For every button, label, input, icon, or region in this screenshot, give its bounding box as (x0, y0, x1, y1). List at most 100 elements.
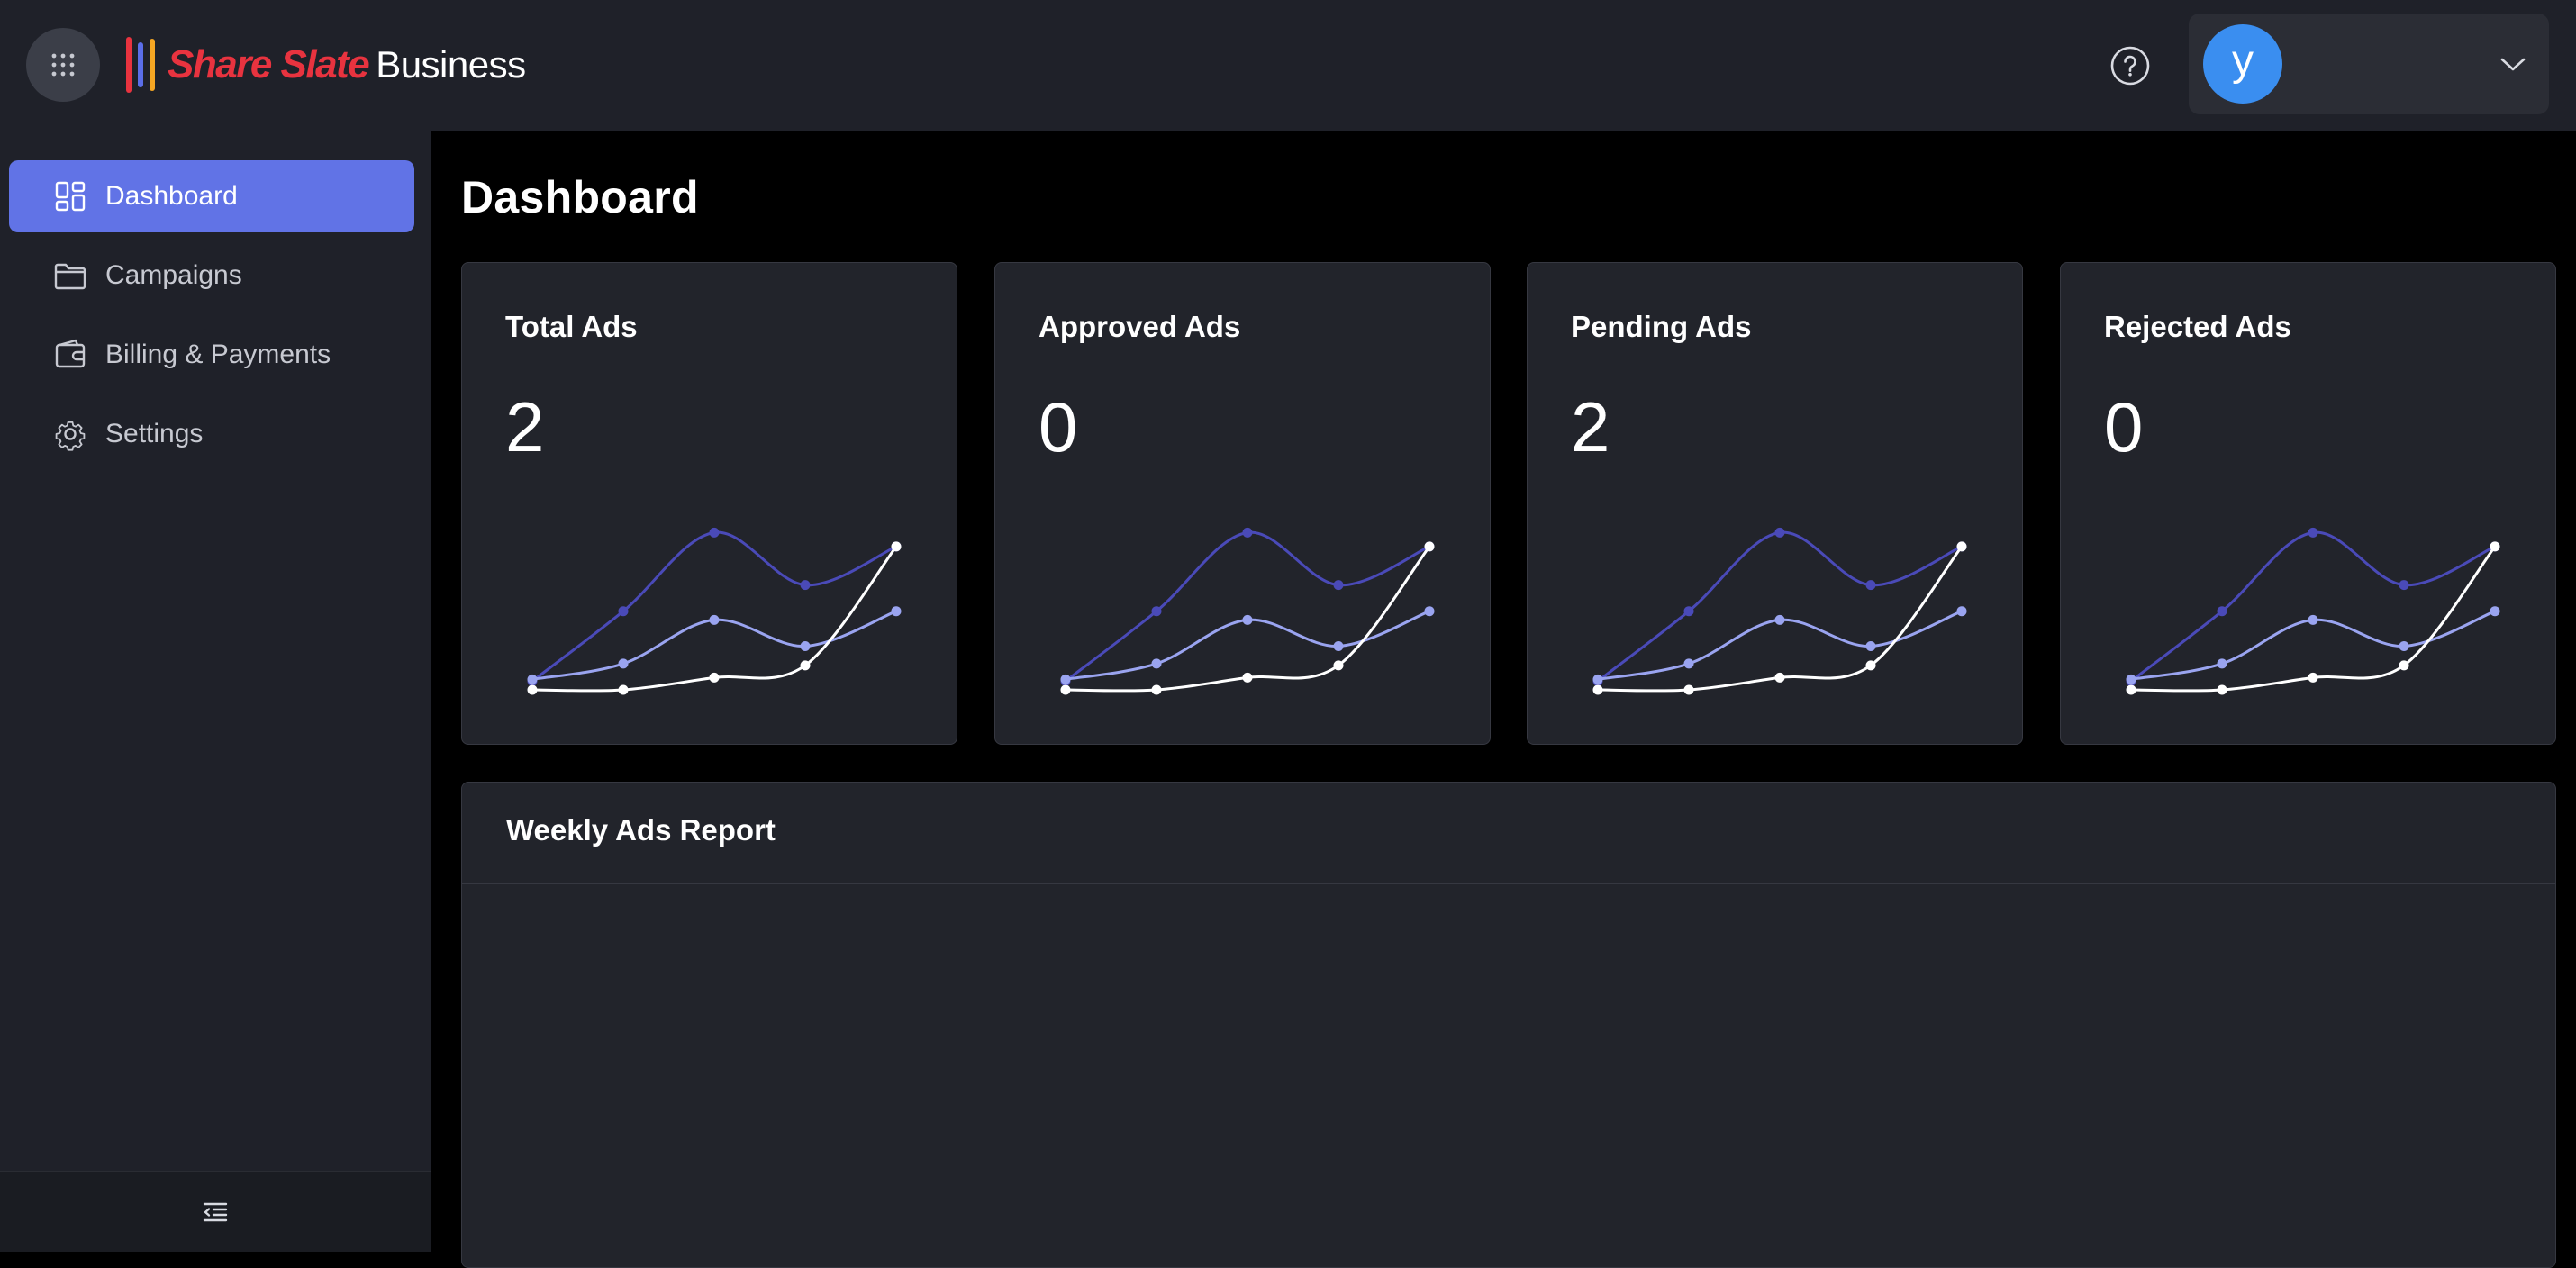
series-1-point-2 (2217, 606, 2227, 617)
series-3-point-1 (527, 684, 538, 695)
report-title: Weekly Ads Report (506, 813, 776, 847)
series-3-point-2 (618, 684, 629, 695)
gear-icon (55, 421, 86, 451)
series-2-point-3 (1774, 614, 1785, 625)
series-1-point-4 (1333, 580, 1344, 591)
series-2-point-4 (2399, 641, 2409, 651)
series-2-point-1 (2126, 674, 2136, 684)
series-line-1 (531, 530, 897, 683)
stat-title: Rejected Ads (2104, 310, 2291, 343)
series-2-point-5 (1424, 606, 1435, 617)
stat-title: Approved Ads (1039, 310, 1241, 343)
series-2-point-1 (1060, 674, 1071, 684)
stat-card-rejected-ads: Rejected Ads 0 (2060, 262, 2556, 745)
stat-card-approved-ads: Approved Ads 0 (994, 262, 1491, 745)
help-button[interactable] (2109, 45, 2151, 86)
sidebar-collapse-button[interactable] (0, 1171, 431, 1252)
series-3-point-3 (1774, 672, 1785, 683)
series-2-point-2 (1683, 658, 1694, 669)
series-2-point-1 (1592, 674, 1603, 684)
sparkline-chart (527, 527, 902, 695)
series-3-point-1 (1060, 684, 1071, 695)
series-3-point-5 (1424, 541, 1435, 552)
series-2-point-3 (2308, 614, 2318, 625)
folder-icon (54, 263, 86, 290)
brand-logo[interactable]: Share Slate Business (126, 34, 526, 95)
stat-title: Pending Ads (1571, 310, 1752, 343)
series-1-point-2 (618, 606, 629, 617)
series-1-point-3 (2308, 527, 2318, 538)
brand-name: Share Slate (168, 42, 370, 86)
stat-value: 0 (1039, 387, 1078, 466)
top-bar: Share Slate Business y (0, 0, 2576, 131)
sidebar-item-billing[interactable]: Billing & Payments (9, 319, 414, 391)
sidebar-item-label: Billing & Payments (105, 340, 331, 369)
stat-value: 0 (2104, 387, 2144, 466)
series-3-point-1 (1592, 684, 1603, 695)
series-2-point-2 (1151, 658, 1162, 669)
series-3-point-5 (1956, 541, 1967, 552)
series-2-point-2 (2217, 658, 2227, 669)
series-3-point-3 (2308, 672, 2318, 683)
series-1-point-3 (1242, 527, 1253, 538)
divider (462, 883, 2555, 884)
question-circle-icon (2110, 46, 2150, 86)
series-3-point-1 (2126, 684, 2136, 695)
stat-title: Total Ads (505, 310, 638, 343)
series-2-point-3 (1242, 614, 1253, 625)
sparkline-chart (2126, 527, 2500, 695)
series-2-point-4 (800, 641, 811, 651)
apps-button[interactable] (26, 28, 100, 102)
series-1-point-3 (709, 527, 720, 538)
sparkline-chart (1060, 527, 1435, 695)
sidebar: Dashboard Campaigns Billing & Payments S… (0, 131, 431, 1252)
series-1-point-4 (1865, 580, 1876, 591)
collapse-menu-icon (203, 1202, 228, 1221)
chevron-down-icon (2500, 58, 2526, 71)
sidebar-item-label: Campaigns (105, 260, 242, 290)
series-line-1 (2130, 530, 2496, 683)
stat-value: 2 (1571, 387, 1610, 466)
series-1-point-4 (2399, 580, 2409, 591)
series-2-point-3 (709, 614, 720, 625)
series-2-point-4 (1333, 641, 1344, 651)
page-title: Dashboard (461, 172, 699, 222)
stat-card-pending-ads: Pending Ads 2 (1527, 262, 2023, 745)
series-3-point-4 (2399, 660, 2409, 671)
sidebar-item-settings[interactable]: Settings (9, 398, 414, 470)
series-1-point-2 (1151, 606, 1162, 617)
series-2-point-1 (527, 674, 538, 684)
logo-bars-icon (126, 37, 155, 93)
weekly-report-card: Weekly Ads Report (461, 782, 2556, 1268)
series-line-1 (1065, 530, 1430, 683)
series-2-point-5 (891, 606, 902, 617)
series-1-point-4 (800, 580, 811, 591)
dashboard-icon (55, 181, 86, 212)
series-2-point-5 (1956, 606, 1967, 617)
series-3-point-4 (800, 660, 811, 671)
series-2-point-4 (1865, 641, 1876, 651)
sidebar-item-label: Settings (105, 419, 204, 448)
series-3-point-4 (1865, 660, 1876, 671)
series-line-1 (1597, 530, 1963, 683)
stat-card-total-ads: Total Ads 2 (461, 262, 957, 745)
series-3-point-2 (2217, 684, 2227, 695)
sidebar-item-campaigns[interactable]: Campaigns (9, 240, 414, 312)
series-3-point-3 (709, 672, 720, 683)
sidebar-item-label: Dashboard (105, 181, 238, 211)
series-3-point-2 (1683, 684, 1694, 695)
brand-suffix: Business (376, 43, 526, 86)
series-3-point-5 (891, 541, 902, 552)
grid-dots-icon (51, 53, 75, 77)
series-3-point-2 (1151, 684, 1162, 695)
series-3-point-4 (1333, 660, 1344, 671)
user-menu[interactable]: y (2189, 14, 2549, 114)
series-3-point-3 (1242, 672, 1253, 683)
series-1-point-3 (1774, 527, 1785, 538)
sparkline-chart (1592, 527, 1967, 695)
series-3-point-5 (2490, 541, 2500, 552)
sidebar-item-dashboard[interactable]: Dashboard (9, 160, 414, 232)
stat-value: 2 (505, 387, 545, 466)
series-2-point-5 (2490, 606, 2500, 617)
wallet-icon (55, 339, 86, 368)
